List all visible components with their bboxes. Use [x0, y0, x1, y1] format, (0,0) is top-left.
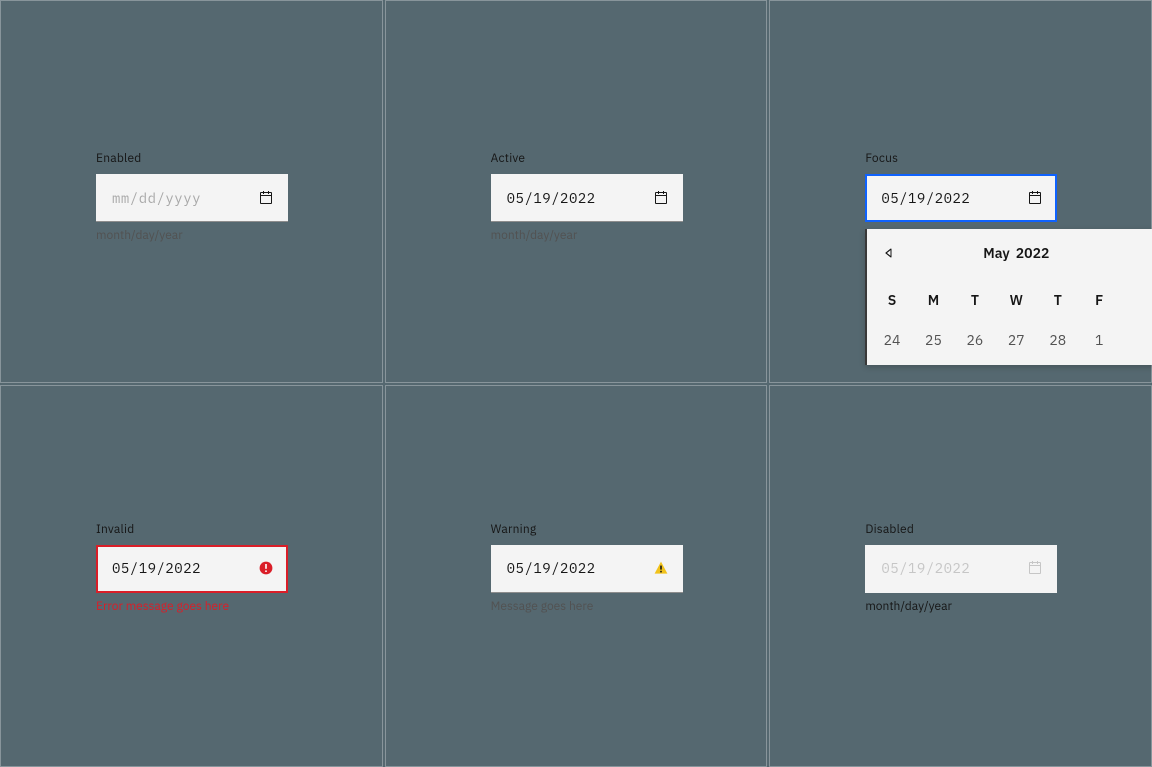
weekday: S — [871, 281, 912, 319]
date-input-value: 05/19/2022 — [881, 559, 1027, 577]
field-label: Enabled — [96, 151, 288, 166]
date-input-value: 05/19/2022 — [112, 559, 258, 577]
calendar-day[interactable]: 28 — [1037, 325, 1078, 355]
field-label: Invalid — [96, 522, 288, 537]
cell-enabled: Enabled mm/dd/yyyy month/day/year — [0, 0, 383, 383]
calendar-day[interactable]: 24 — [871, 325, 912, 355]
date-input-disabled: 05/19/2022 — [865, 545, 1057, 593]
weekday: F — [1078, 281, 1119, 319]
date-input-value: 05/19/2022 — [507, 559, 653, 577]
date-input-invalid[interactable]: 05/19/2022 — [96, 545, 288, 593]
date-input-enabled[interactable]: mm/dd/yyyy — [96, 174, 288, 222]
field-label: Active — [491, 151, 683, 166]
field-label: Disabled — [865, 522, 1057, 537]
date-input-placeholder: mm/dd/yyyy — [112, 189, 258, 207]
weekday: M — [913, 281, 954, 319]
help-text: month/day/year — [491, 228, 683, 243]
cell-invalid: Invalid 05/19/2022 Error message goes he… — [0, 385, 383, 767]
calendar-weekdays: S M T W T F — [871, 281, 1152, 319]
calendar-header: May 2022 — [871, 233, 1152, 273]
field-label: Warning — [491, 522, 683, 537]
weekday: T — [1037, 281, 1078, 319]
error-icon — [258, 560, 274, 576]
date-input-value: 05/19/2022 — [881, 189, 1027, 207]
warning-icon — [653, 560, 669, 576]
weekday: W — [996, 281, 1037, 319]
calendar-month: May — [983, 244, 1010, 262]
cell-warning: Warning 05/19/2022 Message goes here — [385, 385, 768, 767]
calendar-day[interactable]: 25 — [913, 325, 954, 355]
calendar-popup[interactable]: May 2022 S M T W T F 24 25 26 27 28 1 — [865, 229, 1152, 365]
chevron-left-icon[interactable] — [881, 245, 897, 261]
help-text: month/day/year — [96, 228, 288, 243]
calendar-icon[interactable] — [258, 190, 274, 206]
calendar-year: 2022 — [1016, 244, 1050, 262]
date-input-warning[interactable]: 05/19/2022 — [491, 545, 683, 593]
date-input-focus[interactable]: 05/19/2022 — [865, 174, 1057, 222]
error-text: Error message goes here — [96, 599, 288, 614]
states-grid: Enabled mm/dd/yyyy month/day/year Active… — [0, 0, 1152, 767]
cell-focus: Focus 05/19/2022 May 2022 S M T W T F — [769, 0, 1152, 383]
warning-text: Message goes here — [491, 599, 683, 614]
calendar-title: May 2022 — [983, 244, 1049, 262]
calendar-day[interactable]: 1 — [1078, 325, 1119, 355]
cell-active: Active 05/19/2022 month/day/year — [385, 0, 768, 383]
weekday: T — [954, 281, 995, 319]
calendar-icon[interactable] — [1027, 190, 1043, 206]
calendar-icon[interactable] — [653, 190, 669, 206]
calendar-day[interactable]: 27 — [996, 325, 1037, 355]
help-text: month/day/year — [865, 599, 1057, 614]
calendar-day[interactable]: 26 — [954, 325, 995, 355]
calendar-row: 24 25 26 27 28 1 — [871, 325, 1152, 355]
cell-disabled: Disabled 05/19/2022 month/day/year — [769, 385, 1152, 767]
calendar-icon — [1027, 560, 1043, 576]
date-input-active[interactable]: 05/19/2022 — [491, 174, 683, 222]
field-label: Focus — [865, 151, 1057, 166]
date-input-value: 05/19/2022 — [507, 189, 653, 207]
